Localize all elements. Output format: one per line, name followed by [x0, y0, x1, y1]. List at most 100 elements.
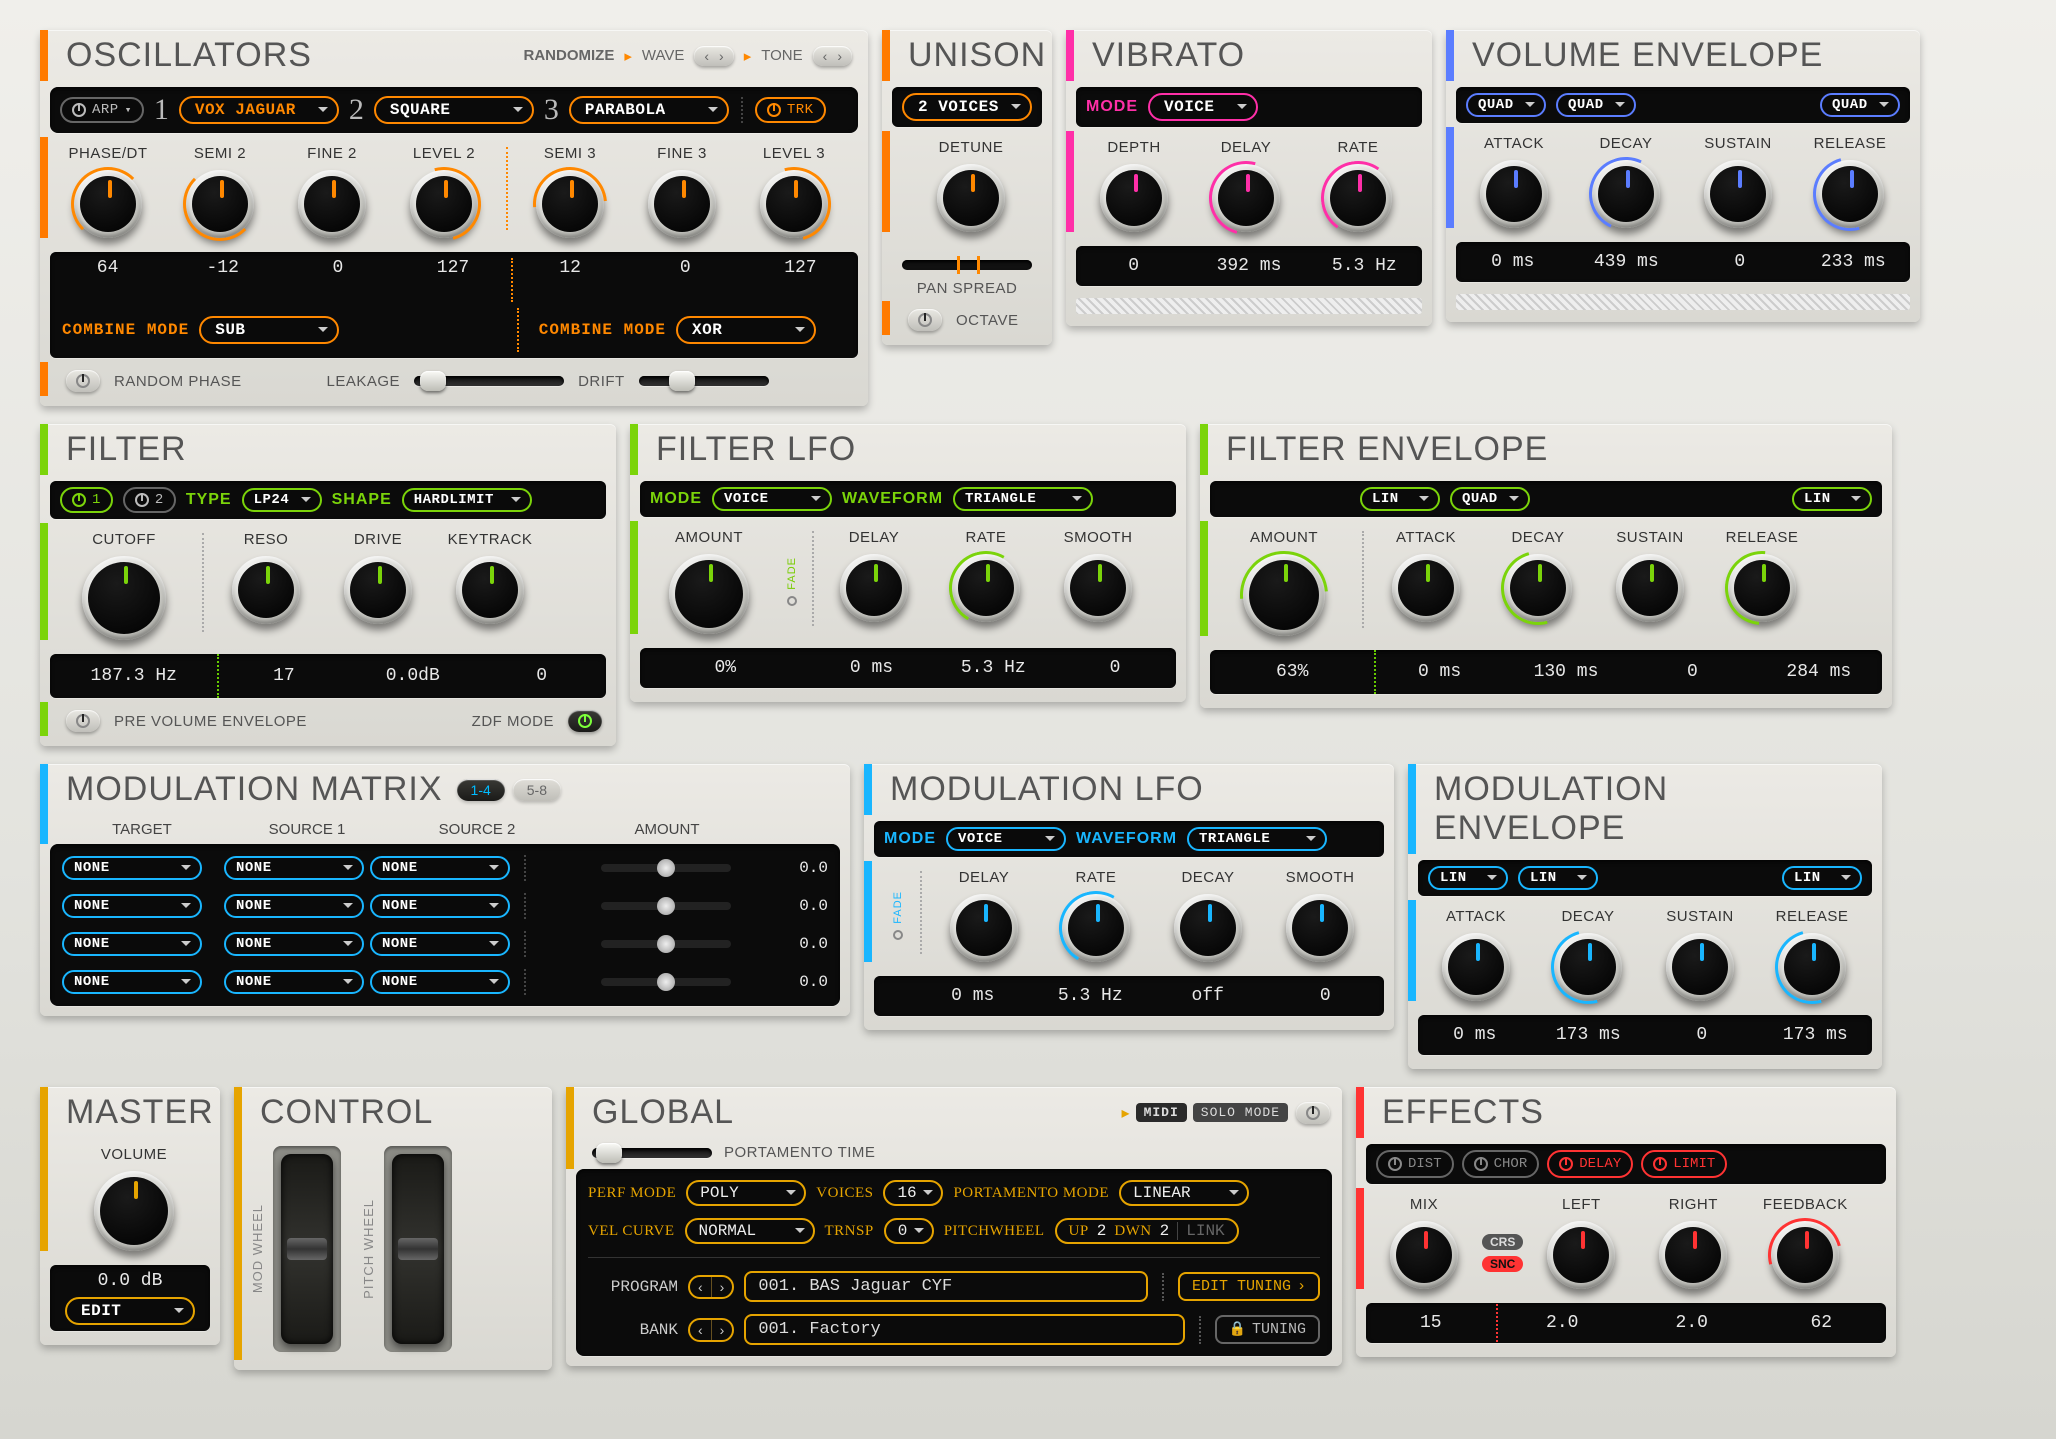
ve-decay-knob[interactable]: [1592, 160, 1660, 228]
modmx-r3-s2[interactable]: NONE: [370, 932, 510, 956]
combine-mode-3-select[interactable]: XOR: [676, 316, 816, 344]
drive-knob[interactable]: [344, 556, 412, 624]
pw-dwn-value[interactable]: 2: [1160, 1222, 1170, 1240]
menv-release-knob[interactable]: [1778, 933, 1846, 1001]
flfo-amount-knob[interactable]: [669, 554, 749, 634]
bank-display[interactable]: 001. Factory: [744, 1314, 1184, 1345]
vel-curve-select[interactable]: NORMAL: [685, 1218, 815, 1244]
semi3-knob[interactable]: [536, 170, 604, 238]
randomize-wave-stepper[interactable]: ‹›: [694, 46, 733, 66]
pw-link[interactable]: LINK: [1177, 1222, 1224, 1240]
pitch-wheel[interactable]: [392, 1154, 444, 1344]
ve-release-knob[interactable]: [1816, 160, 1884, 228]
reso-knob[interactable]: [232, 556, 300, 624]
flfo-wf-select[interactable]: TRIANGLE: [953, 487, 1093, 511]
fx-right-knob[interactable]: [1659, 1221, 1727, 1289]
mlfo-decay-knob[interactable]: [1174, 894, 1242, 962]
mlfo-smooth-knob[interactable]: [1286, 894, 1354, 962]
fine2-knob[interactable]: [298, 170, 366, 238]
level2-knob[interactable]: [410, 170, 478, 238]
modmx-r3-amount-slider[interactable]: [601, 940, 731, 948]
fx-limit-toggle[interactable]: LIMIT: [1641, 1150, 1727, 1178]
modmx-r3-s1[interactable]: NONE: [224, 932, 364, 956]
modmx-range-58[interactable]: 5-8: [513, 779, 561, 801]
menv-sustain-knob[interactable]: [1666, 933, 1734, 1001]
fenv-curve-d[interactable]: QUAD: [1450, 487, 1530, 511]
ve-attack-knob[interactable]: [1480, 160, 1548, 228]
pre-volenv-toggle[interactable]: [66, 710, 100, 732]
vibrato-mode-select[interactable]: VOICE: [1148, 93, 1258, 121]
vib-rate-knob[interactable]: [1324, 164, 1392, 232]
perf-mode-select[interactable]: POLY: [686, 1180, 806, 1206]
master-edit-select[interactable]: EDIT: [65, 1297, 195, 1325]
mlfo-delay-knob[interactable]: [950, 894, 1018, 962]
modmx-r2-amount-slider[interactable]: [601, 902, 731, 910]
modmx-r4-amount-slider[interactable]: [601, 978, 731, 986]
fine3-knob[interactable]: [648, 170, 716, 238]
fenv-attack-knob[interactable]: [1392, 554, 1460, 622]
global-power-toggle[interactable]: [1296, 1102, 1330, 1124]
modmx-r1-target[interactable]: NONE: [62, 856, 202, 880]
mlfo-mode-select[interactable]: VOICE: [946, 827, 1066, 851]
volenv-curve-a[interactable]: QUAD: [1466, 93, 1546, 117]
fx-feedback-knob[interactable]: [1771, 1221, 1839, 1289]
flfo-delay-knob[interactable]: [840, 554, 908, 622]
arp-toggle[interactable]: ARP▾: [60, 97, 144, 123]
random-phase-toggle[interactable]: [66, 370, 100, 392]
pw-up-value[interactable]: 2: [1097, 1222, 1107, 1240]
volenv-curve-r[interactable]: QUAD: [1820, 93, 1900, 117]
menv-curve-r[interactable]: LIN: [1782, 866, 1862, 890]
zdf-mode-toggle[interactable]: [568, 710, 602, 732]
fx-dist-toggle[interactable]: DIST: [1376, 1150, 1454, 1178]
flfo-rate-knob[interactable]: [952, 554, 1020, 622]
mlfo-wf-select[interactable]: TRIANGLE: [1187, 827, 1327, 851]
keytrack-knob[interactable]: [456, 556, 524, 624]
fenv-release-knob[interactable]: [1728, 554, 1796, 622]
ve-sustain-knob[interactable]: [1704, 160, 1772, 228]
modmx-r1-s2[interactable]: NONE: [370, 856, 510, 880]
cutoff-knob[interactable]: [82, 556, 166, 640]
menv-curve-d[interactable]: LIN: [1518, 866, 1598, 890]
modmx-r4-target[interactable]: NONE: [62, 970, 202, 994]
modmx-r1-s1[interactable]: NONE: [224, 856, 364, 880]
unison-voices-select[interactable]: 2 VOICES: [902, 93, 1032, 121]
mlfo-fade-toggle[interactable]: [893, 930, 903, 940]
volenv-curve-d[interactable]: QUAD: [1556, 93, 1636, 117]
voices-select[interactable]: 16: [883, 1180, 943, 1206]
modmx-r2-s1[interactable]: NONE: [224, 894, 364, 918]
flfo-mode-select[interactable]: VOICE: [712, 487, 832, 511]
program-stepper[interactable]: ‹›: [688, 1275, 734, 1299]
bank-stepper[interactable]: ‹›: [688, 1318, 734, 1342]
fx-delay-toggle[interactable]: DELAY: [1547, 1150, 1633, 1178]
vib-depth-knob[interactable]: [1100, 164, 1168, 232]
menv-decay-knob[interactable]: [1554, 933, 1622, 1001]
master-volume-knob[interactable]: [94, 1171, 174, 1251]
mlfo-rate-knob[interactable]: [1062, 894, 1130, 962]
vib-delay-knob[interactable]: [1212, 164, 1280, 232]
level3-knob[interactable]: [760, 170, 828, 238]
octave-toggle[interactable]: [908, 309, 942, 331]
modmx-r1-amount-slider[interactable]: [601, 864, 731, 872]
portamento-mode-select[interactable]: LINEAR: [1119, 1180, 1249, 1206]
modmx-r4-s1[interactable]: NONE: [224, 970, 364, 994]
pan-spread-slider[interactable]: [902, 260, 1032, 270]
trk-toggle[interactable]: TRK: [755, 97, 826, 123]
program-display[interactable]: 001. BAS Jaguar CYF: [744, 1271, 1148, 1302]
menv-attack-knob[interactable]: [1442, 933, 1510, 1001]
combine-mode-2-select[interactable]: SUB: [199, 316, 339, 344]
fenv-amount-knob[interactable]: [1243, 554, 1325, 636]
trnsp-select[interactable]: 0: [884, 1218, 934, 1244]
fenv-curve-a[interactable]: LIN: [1360, 487, 1440, 511]
modmx-range-14[interactable]: 1-4: [457, 779, 505, 801]
menv-curve-a[interactable]: LIN: [1428, 866, 1508, 890]
fenv-curve-r[interactable]: LIN: [1792, 487, 1872, 511]
modmx-r4-s2[interactable]: NONE: [370, 970, 510, 994]
fx-crs-toggle[interactable]: CRS: [1482, 1234, 1523, 1250]
modmx-r3-target[interactable]: NONE: [62, 932, 202, 956]
randomize-tone-stepper[interactable]: ‹›: [813, 46, 852, 66]
filter-type-select[interactable]: LP24: [242, 488, 322, 512]
fx-snc-toggle[interactable]: SNC: [1482, 1256, 1523, 1272]
fenv-sustain-knob[interactable]: [1616, 554, 1684, 622]
osc2-wave-select[interactable]: SQUARE: [374, 96, 534, 124]
semi2-knob[interactable]: [186, 170, 254, 238]
